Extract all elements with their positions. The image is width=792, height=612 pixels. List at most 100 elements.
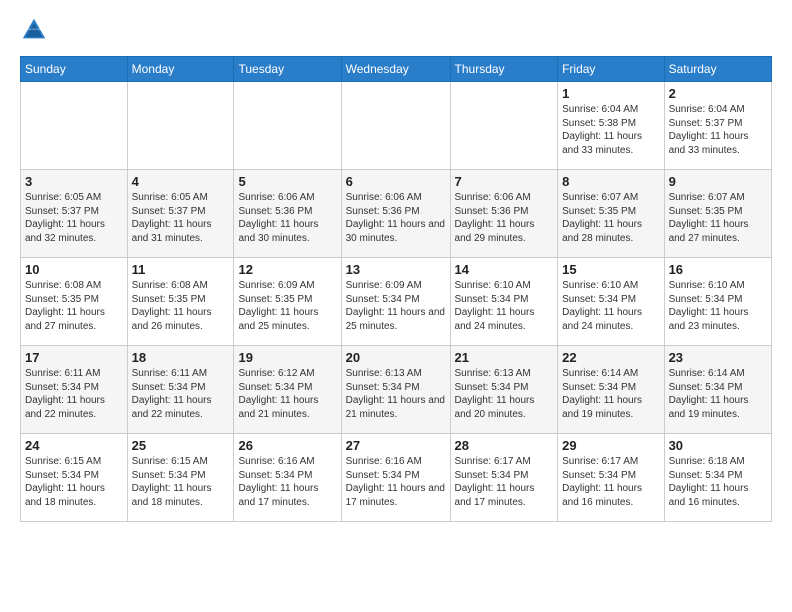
day-number: 3 bbox=[25, 174, 123, 189]
calendar-cell bbox=[234, 82, 341, 170]
day-info: Sunrise: 6:08 AM Sunset: 5:35 PM Dayligh… bbox=[132, 279, 230, 333]
calendar-cell bbox=[450, 82, 558, 170]
calendar-cell: 18Sunrise: 6:11 AM Sunset: 5:34 PM Dayli… bbox=[127, 346, 234, 434]
calendar-cell: 10Sunrise: 6:08 AM Sunset: 5:35 PM Dayli… bbox=[21, 258, 128, 346]
day-number: 19 bbox=[238, 350, 336, 365]
calendar-week-3: 17 Sunrise: 6:11 AM Sunset: 5:34 PM Dayli… bbox=[21, 346, 772, 434]
header-day-tuesday: Tuesday bbox=[234, 57, 341, 82]
header-day-monday: Monday bbox=[127, 57, 234, 82]
day-info: Sunrise: 6:07 AM Sunset: 5:35 PM Dayligh… bbox=[669, 191, 767, 245]
calendar-cell bbox=[21, 82, 128, 170]
day-info: Sunrise: 6:08 AM Sunset: 5:35 PM Dayligh… bbox=[25, 279, 123, 333]
calendar-week-1: 3Sunrise: 6:05 AM Sunset: 5:37 PM Daylig… bbox=[21, 170, 772, 258]
header-day-sunday: Sunday bbox=[21, 57, 128, 82]
day-number: 17 bbox=[25, 350, 123, 365]
day-info: Sunrise: 6:11 AM Sunset: 5:34 PM Dayligh… bbox=[132, 367, 230, 421]
day-info: Sunrise: 6:10 AM Sunset: 5:34 PM Dayligh… bbox=[562, 279, 659, 333]
calendar-cell bbox=[341, 82, 450, 170]
day-info: Sunrise: 6:16 AM Sunset: 5:34 PM Dayligh… bbox=[346, 455, 446, 509]
calendar-header-row: SundayMondayTuesdayWednesdayThursdayFrid… bbox=[21, 57, 772, 82]
day-info: Sunrise: 6:13 AM Sunset: 5:34 PM Dayligh… bbox=[346, 367, 446, 421]
day-number: 1 bbox=[562, 86, 659, 101]
day-info: Sunrise: 6:04 AM Sunset: 5:38 PM Dayligh… bbox=[562, 103, 659, 157]
day-number: 16 bbox=[669, 262, 767, 277]
calendar-cell: 11 Sunrise: 6:08 AM Sunset: 5:35 PM Dayli… bbox=[127, 258, 234, 346]
day-number: 20 bbox=[346, 350, 446, 365]
header-day-friday: Friday bbox=[558, 57, 664, 82]
day-info: Sunrise: 6:17 AM Sunset: 5:34 PM Dayligh… bbox=[455, 455, 554, 509]
main-container: SundayMondayTuesdayWednesdayThursdayFrid… bbox=[0, 0, 792, 532]
calendar-cell: 14 Sunrise: 6:10 AM Sunset: 5:34 PM Dayli… bbox=[450, 258, 558, 346]
day-info: Sunrise: 6:10 AM Sunset: 5:34 PM Dayligh… bbox=[669, 279, 767, 333]
calendar-cell: 19 Sunrise: 6:12 AM Sunset: 5:34 PM Dayli… bbox=[234, 346, 341, 434]
day-info: Sunrise: 6:17 AM Sunset: 5:34 PM Dayligh… bbox=[562, 455, 659, 509]
calendar-cell: 21 Sunrise: 6:13 AM Sunset: 5:34 PM Dayli… bbox=[450, 346, 558, 434]
day-info: Sunrise: 6:12 AM Sunset: 5:34 PM Dayligh… bbox=[238, 367, 336, 421]
calendar-cell: 24 Sunrise: 6:15 AM Sunset: 5:34 PM Dayli… bbox=[21, 434, 128, 522]
day-number: 11 bbox=[132, 262, 230, 277]
header-day-thursday: Thursday bbox=[450, 57, 558, 82]
day-number: 21 bbox=[455, 350, 554, 365]
day-number: 24 bbox=[25, 438, 123, 453]
day-number: 13 bbox=[346, 262, 446, 277]
calendar-cell: 5 Sunrise: 6:06 AM Sunset: 5:36 PM Daylig… bbox=[234, 170, 341, 258]
calendar-cell: 1 Sunrise: 6:04 AM Sunset: 5:38 PM Daylig… bbox=[558, 82, 664, 170]
day-info: Sunrise: 6:09 AM Sunset: 5:34 PM Dayligh… bbox=[346, 279, 446, 333]
header bbox=[20, 16, 772, 44]
day-info: Sunrise: 6:07 AM Sunset: 5:35 PM Dayligh… bbox=[562, 191, 659, 245]
day-number: 5 bbox=[238, 174, 336, 189]
day-info: Sunrise: 6:06 AM Sunset: 5:36 PM Dayligh… bbox=[238, 191, 336, 245]
day-number: 9 bbox=[669, 174, 767, 189]
calendar-cell: 15 Sunrise: 6:10 AM Sunset: 5:34 PM Dayli… bbox=[558, 258, 664, 346]
calendar-cell: 25 Sunrise: 6:15 AM Sunset: 5:34 PM Dayli… bbox=[127, 434, 234, 522]
day-number: 23 bbox=[669, 350, 767, 365]
day-info: Sunrise: 6:04 AM Sunset: 5:37 PM Dayligh… bbox=[669, 103, 767, 157]
day-number: 25 bbox=[132, 438, 230, 453]
day-info: Sunrise: 6:15 AM Sunset: 5:34 PM Dayligh… bbox=[25, 455, 123, 509]
day-number: 4 bbox=[132, 174, 230, 189]
day-info: Sunrise: 6:18 AM Sunset: 5:34 PM Dayligh… bbox=[669, 455, 767, 509]
day-info: Sunrise: 6:06 AM Sunset: 5:36 PM Dayligh… bbox=[346, 191, 446, 245]
calendar-cell: 27 Sunrise: 6:16 AM Sunset: 5:34 PM Dayli… bbox=[341, 434, 450, 522]
calendar-week-0: 1 Sunrise: 6:04 AM Sunset: 5:38 PM Daylig… bbox=[21, 82, 772, 170]
day-number: 2 bbox=[669, 86, 767, 101]
day-info: Sunrise: 6:13 AM Sunset: 5:34 PM Dayligh… bbox=[455, 367, 554, 421]
day-number: 6 bbox=[346, 174, 446, 189]
day-number: 27 bbox=[346, 438, 446, 453]
day-number: 7 bbox=[455, 174, 554, 189]
calendar-table: SundayMondayTuesdayWednesdayThursdayFrid… bbox=[20, 56, 772, 522]
day-number: 14 bbox=[455, 262, 554, 277]
calendar-cell: 23 Sunrise: 6:14 AM Sunset: 5:34 PM Dayli… bbox=[664, 346, 771, 434]
day-info: Sunrise: 6:06 AM Sunset: 5:36 PM Dayligh… bbox=[455, 191, 554, 245]
calendar-cell: 2 Sunrise: 6:04 AM Sunset: 5:37 PM Daylig… bbox=[664, 82, 771, 170]
calendar-cell: 3Sunrise: 6:05 AM Sunset: 5:37 PM Daylig… bbox=[21, 170, 128, 258]
day-number: 26 bbox=[238, 438, 336, 453]
day-number: 8 bbox=[562, 174, 659, 189]
day-number: 29 bbox=[562, 438, 659, 453]
day-number: 15 bbox=[562, 262, 659, 277]
calendar-cell: 22Sunrise: 6:14 AM Sunset: 5:34 PM Dayli… bbox=[558, 346, 664, 434]
calendar-cell: 26 Sunrise: 6:16 AM Sunset: 5:34 PM Dayli… bbox=[234, 434, 341, 522]
day-info: Sunrise: 6:16 AM Sunset: 5:34 PM Dayligh… bbox=[238, 455, 336, 509]
header-day-wednesday: Wednesday bbox=[341, 57, 450, 82]
calendar-cell: 20 Sunrise: 6:13 AM Sunset: 5:34 PM Dayli… bbox=[341, 346, 450, 434]
calendar-cell: 7 Sunrise: 6:06 AM Sunset: 5:36 PM Daylig… bbox=[450, 170, 558, 258]
calendar-cell: 4Sunrise: 6:05 AM Sunset: 5:37 PM Daylig… bbox=[127, 170, 234, 258]
calendar-cell: 17 Sunrise: 6:11 AM Sunset: 5:34 PM Dayli… bbox=[21, 346, 128, 434]
day-number: 30 bbox=[669, 438, 767, 453]
calendar-week-4: 24 Sunrise: 6:15 AM Sunset: 5:34 PM Dayli… bbox=[21, 434, 772, 522]
calendar-cell: 30 Sunrise: 6:18 AM Sunset: 5:34 PM Dayli… bbox=[664, 434, 771, 522]
day-info: Sunrise: 6:15 AM Sunset: 5:34 PM Dayligh… bbox=[132, 455, 230, 509]
logo-icon bbox=[20, 16, 48, 44]
calendar-cell: 29 Sunrise: 6:17 AM Sunset: 5:34 PM Dayli… bbox=[558, 434, 664, 522]
day-info: Sunrise: 6:10 AM Sunset: 5:34 PM Dayligh… bbox=[455, 279, 554, 333]
day-info: Sunrise: 6:11 AM Sunset: 5:34 PM Dayligh… bbox=[25, 367, 123, 421]
day-info: Sunrise: 6:14 AM Sunset: 5:34 PM Dayligh… bbox=[669, 367, 767, 421]
day-number: 22 bbox=[562, 350, 659, 365]
calendar-cell: 6 Sunrise: 6:06 AM Sunset: 5:36 PM Daylig… bbox=[341, 170, 450, 258]
day-info: Sunrise: 6:09 AM Sunset: 5:35 PM Dayligh… bbox=[238, 279, 336, 333]
calendar-cell bbox=[127, 82, 234, 170]
calendar-cell: 13 Sunrise: 6:09 AM Sunset: 5:34 PM Dayli… bbox=[341, 258, 450, 346]
calendar-week-2: 10Sunrise: 6:08 AM Sunset: 5:35 PM Dayli… bbox=[21, 258, 772, 346]
calendar-cell: 16 Sunrise: 6:10 AM Sunset: 5:34 PM Dayli… bbox=[664, 258, 771, 346]
